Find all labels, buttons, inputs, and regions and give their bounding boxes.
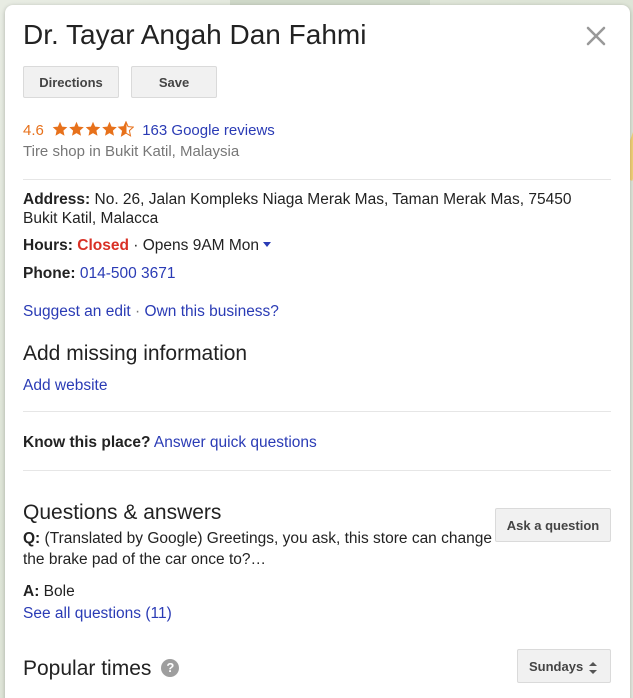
question-label: Q: bbox=[23, 530, 41, 547]
place-title: Dr. Tayar Angah Dan Fahmi bbox=[23, 19, 367, 50]
answer-label: A: bbox=[23, 583, 40, 600]
see-all-questions-link[interactable]: See all questions (11) bbox=[23, 605, 172, 622]
day-select[interactable]: Sundays bbox=[517, 649, 611, 683]
phone-label: Phone: bbox=[23, 265, 76, 282]
star-rating-icon bbox=[52, 121, 134, 137]
qa-title: Questions & answers bbox=[23, 501, 222, 524]
day-select-value: Sundays bbox=[529, 659, 584, 674]
hours-status: Closed bbox=[77, 237, 129, 254]
missing-info-title: Add missing information bbox=[23, 342, 248, 365]
know-place-row: Know this place? Answer quick questions bbox=[23, 433, 317, 452]
address-line-1: No. 26, Jalan Kompleks Niaga Merak Mas, … bbox=[94, 191, 572, 208]
question-line-2: the brake pad of the car once to?… bbox=[23, 551, 266, 568]
link-separator: · bbox=[135, 303, 141, 320]
popular-times-header: Popular times? bbox=[23, 657, 180, 681]
directions-button[interactable]: Directions bbox=[23, 66, 119, 98]
place-info-card: Dr. Tayar Angah Dan Fahmi Directions Sav… bbox=[5, 5, 630, 698]
know-place-label: Know this place? bbox=[23, 434, 151, 451]
question-line-1: (Translated by Google) Greetings, you as… bbox=[44, 530, 492, 547]
caret-down-icon[interactable] bbox=[263, 242, 272, 247]
own-business-link[interactable]: Own this business? bbox=[145, 303, 279, 320]
hours-row: Hours: Closed · Opens 9AM Mon bbox=[23, 236, 272, 255]
place-category: Tire shop in Bukit Katil, Malaysia bbox=[23, 143, 240, 160]
phone-row: Phone: 014-500 3671 bbox=[23, 264, 176, 283]
address-label: Address: bbox=[23, 191, 91, 208]
reviews-link[interactable]: 163 Google reviews bbox=[142, 122, 275, 139]
add-website-link[interactable]: Add website bbox=[23, 377, 107, 394]
rating-row: 4.6 163 Google reviews bbox=[23, 121, 275, 139]
suggest-edit-link[interactable]: Suggest an edit bbox=[23, 303, 131, 320]
help-circle-icon[interactable]: ? bbox=[161, 659, 180, 677]
ask-question-button[interactable]: Ask a question bbox=[495, 508, 611, 542]
answer-questions-link[interactable]: Answer quick questions bbox=[154, 434, 317, 451]
address-line-2: Bukit Katil, Malacca bbox=[23, 210, 159, 227]
popular-times-title: Popular times bbox=[23, 657, 152, 680]
close-icon[interactable] bbox=[583, 23, 609, 49]
divider bbox=[23, 179, 611, 180]
rating-value: 4.6 bbox=[23, 122, 44, 139]
hours-next-open[interactable]: · Opens 9AM Mon bbox=[133, 237, 259, 254]
answer-text: Bole bbox=[43, 583, 75, 600]
add-website-row: Add website bbox=[23, 376, 107, 395]
see-all-row: See all questions (11) bbox=[23, 604, 172, 623]
question-text[interactable]: Q: (Translated by Google) Greetings, you… bbox=[23, 528, 493, 570]
save-button[interactable]: Save bbox=[131, 66, 217, 98]
hours-label: Hours: bbox=[23, 237, 73, 254]
edit-links-row: Suggest an edit · Own this business? bbox=[23, 302, 279, 321]
up-down-arrows-icon bbox=[589, 662, 597, 674]
divider bbox=[23, 411, 611, 412]
divider bbox=[23, 470, 611, 471]
phone-link[interactable]: 014-500 3671 bbox=[80, 265, 176, 282]
answer-row: A: Bole bbox=[23, 582, 75, 601]
address-row: Address: No. 26, Jalan Kompleks Niaga Me… bbox=[23, 190, 611, 228]
